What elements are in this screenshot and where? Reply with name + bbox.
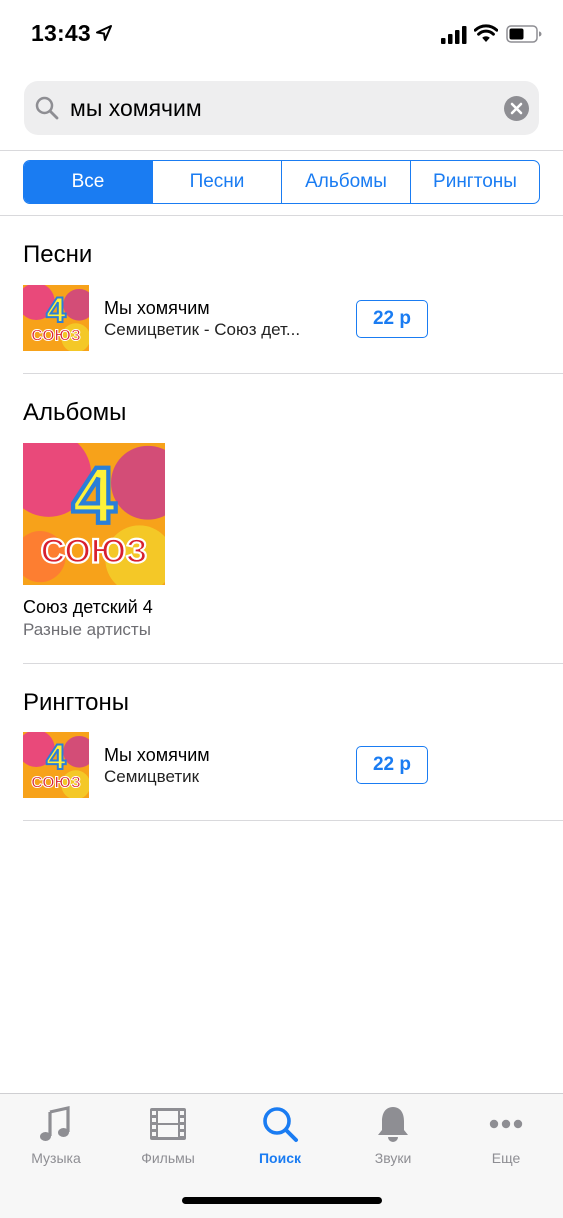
status-bar: 13:43 <box>0 0 563 70</box>
song-artist: Семицветик - Союз дет... <box>104 320 301 339</box>
section-title-albums: Альбомы <box>23 399 127 426</box>
svg-text:4: 4 <box>46 290 66 330</box>
album-artist: Разные артисты <box>23 620 151 639</box>
segment-songs[interactable]: Песни <box>152 161 281 203</box>
song-cover-image: 4 СОЮЗ <box>23 285 89 351</box>
segment-albums[interactable]: Альбомы <box>281 161 410 203</box>
ringtone-artist: Семицветик <box>104 767 200 786</box>
ringtones-divider <box>23 820 563 821</box>
tab-label-sounds: Звуки <box>374 1150 412 1166</box>
svg-text:СОЮЗ: СОЮЗ <box>31 327 81 344</box>
ringtone-cover-image: 4 СОЮЗ <box>23 732 89 798</box>
tab-label-music: Музыка <box>31 1150 81 1166</box>
song-price-button[interactable]: 22 р <box>356 300 428 338</box>
albums-divider <box>23 663 563 664</box>
wifi-icon <box>474 24 498 42</box>
search-input[interactable] <box>70 92 490 124</box>
tab-label-films: Фильмы <box>141 1150 195 1166</box>
tab-more[interactable]: Еще <box>450 1094 562 1184</box>
songs-divider <box>23 373 563 374</box>
music-note-icon <box>40 1106 70 1141</box>
album-title: Союз детский 4 <box>23 597 153 617</box>
tab-sounds[interactable]: Звуки <box>337 1094 449 1184</box>
ringtone-title: Мы хомячим <box>104 745 210 765</box>
search-icon <box>263 1107 298 1142</box>
location-arrow-icon <box>96 25 112 41</box>
tab-films[interactable]: Фильмы <box>112 1094 224 1184</box>
close-icon <box>510 102 523 115</box>
search-icon <box>35 96 59 120</box>
section-title-ringtones: Рингтоны <box>23 689 129 716</box>
segment-divider <box>0 215 563 216</box>
tab-search[interactable]: Поиск <box>224 1094 336 1184</box>
clear-search-icon[interactable] <box>504 96 529 121</box>
segment-ringtones[interactable]: Рингтоны <box>410 161 539 203</box>
film-icon <box>150 1108 186 1140</box>
home-indicator[interactable] <box>182 1197 382 1204</box>
cellular-signal-icon <box>441 26 467 44</box>
status-time: 13:43 <box>31 20 91 46</box>
svg-text:СОЮЗ: СОЮЗ <box>31 774 81 791</box>
section-title-songs: Песни <box>23 241 93 268</box>
tab-label-search: Поиск <box>258 1150 301 1166</box>
ringtone-price-button[interactable]: 22 р <box>356 746 428 784</box>
album-cover-image: 4 СОЮЗ <box>23 443 165 585</box>
tab-label-more: Еще <box>491 1150 521 1166</box>
bell-icon <box>378 1107 408 1142</box>
song-title: Мы хомячим <box>104 298 210 318</box>
svg-text:СОЮЗ: СОЮЗ <box>41 532 148 570</box>
scope-segmented-control: Все Песни Альбомы Рингтоны <box>23 160 540 204</box>
svg-text:4: 4 <box>72 451 116 540</box>
more-icon <box>489 1119 523 1129</box>
battery-icon <box>506 25 542 43</box>
tab-music[interactable]: Музыка <box>0 1094 112 1184</box>
svg-text:4: 4 <box>46 737 66 777</box>
header-divider <box>0 150 563 151</box>
segment-all[interactable]: Все <box>24 161 152 203</box>
